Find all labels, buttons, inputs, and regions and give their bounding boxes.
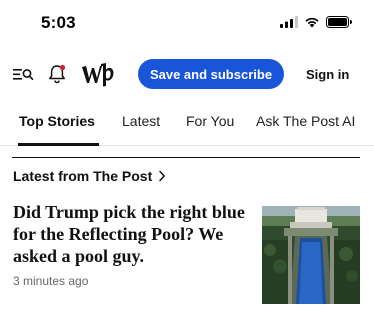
- wifi-icon: [305, 17, 319, 28]
- tab-ask-the-post-ai[interactable]: Ask The Post AI: [256, 113, 355, 129]
- status-bar: 5:03: [0, 0, 374, 48]
- reflecting-pool-photo: [262, 206, 360, 304]
- story-timestamp: 3 minutes ago: [13, 274, 89, 288]
- cellular-signal-icon: [280, 16, 298, 28]
- save-and-subscribe-button[interactable]: Save and subscribe: [138, 59, 284, 89]
- tab-latest[interactable]: Latest: [122, 113, 160, 129]
- sign-in-link[interactable]: Sign in: [306, 67, 349, 82]
- section-divider: [12, 157, 360, 158]
- menu-search-icon: [13, 69, 34, 80]
- active-tab-indicator: [18, 143, 99, 146]
- section-title: Latest from The Post: [13, 168, 153, 184]
- status-time: 5:03: [41, 13, 76, 32]
- battery-icon: [326, 16, 352, 28]
- bell-icon: [49, 64, 66, 84]
- status-icons: [280, 16, 352, 28]
- section-header-link[interactable]: Latest from The Post: [13, 168, 166, 184]
- menu-search-button[interactable]: [12, 64, 34, 84]
- story-thumbnail-image[interactable]: [262, 206, 360, 304]
- notifications-button[interactable]: [47, 63, 67, 85]
- tab-for-you[interactable]: For You: [186, 113, 234, 129]
- wp-logo[interactable]: [80, 58, 116, 88]
- section-tabs: Top Stories Latest For You Ask The Post …: [0, 110, 374, 146]
- app-header: Save and subscribe Sign in: [0, 56, 374, 92]
- chevron-right-icon: [159, 170, 166, 182]
- story-headline[interactable]: Did Trump pick the right blue for the Re…: [13, 201, 251, 267]
- tab-top-stories[interactable]: Top Stories: [19, 113, 95, 129]
